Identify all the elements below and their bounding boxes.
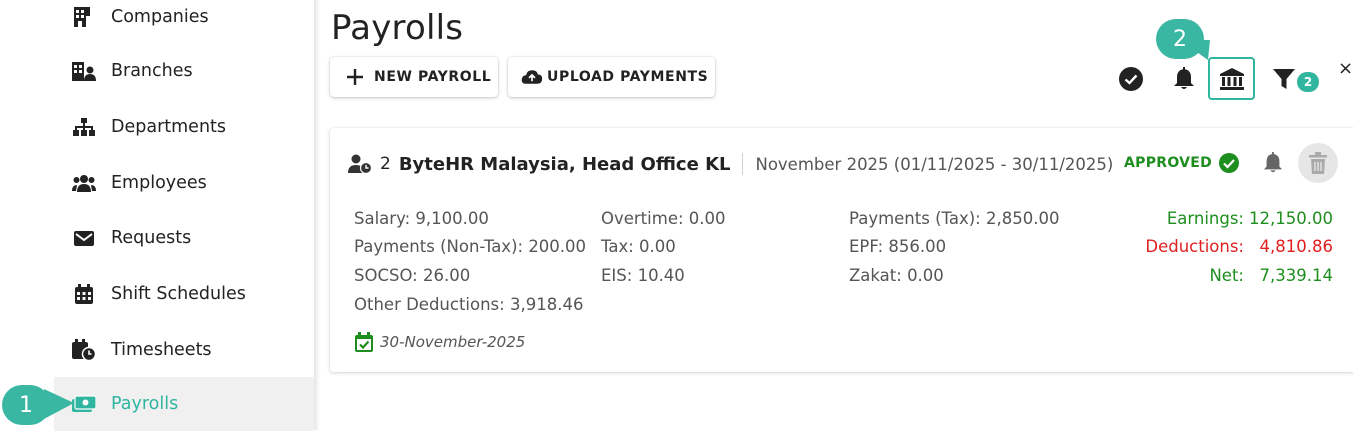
payroll-card[interactable]: 2 ByteHR Malaysia, Head Office KL Novemb… <box>330 128 1353 372</box>
zakat-field: Zakat: 0.00 <box>849 266 944 285</box>
bell-icon[interactable] <box>1171 66 1197 92</box>
net-value: 7,339.14 <box>1259 266 1333 285</box>
sidebar-item-label: Requests <box>111 228 192 248</box>
company-name: ByteHR Malaysia, Head Office KL <box>398 153 731 175</box>
bank-payments-button[interactable] <box>1208 57 1255 100</box>
earnings-label: Earnings: <box>1166 209 1244 228</box>
inbox-icon <box>72 227 96 249</box>
deductions-value: 4,810.86 <box>1259 237 1333 256</box>
sidebar-item-label: Timesheets <box>111 340 212 360</box>
building-icon <box>72 6 96 28</box>
bank-icon <box>1219 67 1245 91</box>
calendar-check-icon <box>355 332 373 352</box>
payroll-card-header: 2 ByteHR Malaysia, Head Office KL Novemb… <box>348 150 1113 178</box>
sidebar-item-departments[interactable]: Departments <box>54 100 314 154</box>
other-deductions-field: Other Deductions: 3,918.46 <box>354 295 584 314</box>
payroll-date: 30-November-2025 <box>354 332 525 352</box>
upload-payments-label: UPLOAD PAYMENTS <box>547 69 709 85</box>
filter-icon[interactable] <box>1271 66 1297 92</box>
sidebar-item-branches[interactable]: Branches <box>54 44 314 98</box>
cloud-upload-icon <box>521 66 543 88</box>
page-title: Payrolls <box>331 8 464 48</box>
upload-payments-button[interactable]: UPLOAD PAYMENTS <box>508 57 715 97</box>
payroll-date-text: 30-November-2025 <box>380 333 526 351</box>
callout-badge-1: 1 <box>2 385 50 425</box>
close-button[interactable]: × <box>1338 58 1353 79</box>
filter-count-badge: 2 <box>1297 72 1319 92</box>
callout-badge-2: 2 <box>1156 19 1204 59</box>
sidebar-item-shift-schedules[interactable]: Shift Schedules <box>54 267 314 321</box>
header-divider <box>742 153 744 175</box>
overtime-field: Overtime: 0.00 <box>601 209 726 228</box>
sidebar-item-label: Departments <box>111 117 227 137</box>
earnings-value: 12,150.00 <box>1249 209 1333 228</box>
new-payroll-label: NEW PAYROLL <box>374 69 492 85</box>
sidebar-item-label: Branches <box>111 61 193 81</box>
sidebar: Companies Branches Departments Employees… <box>0 0 314 431</box>
sidebar-item-label: Employees <box>111 173 207 193</box>
payroll-period: November 2025 (01/11/2025 - 30/11/2025) <box>755 154 1114 174</box>
approved-check-icon <box>1219 153 1239 173</box>
sidebar-item-label: Shift Schedules <box>111 284 246 304</box>
check-circle-icon[interactable] <box>1118 66 1144 92</box>
net-label: Net: <box>1209 266 1244 285</box>
salary-field: Salary: 9,100.00 <box>354 209 489 228</box>
users-icon <box>72 172 96 194</box>
sidebar-item-employees[interactable]: Employees <box>54 156 314 210</box>
tax-field: Tax: 0.00 <box>601 237 676 256</box>
calendar-icon <box>72 283 96 305</box>
sidebar-item-timesheets[interactable]: Timesheets <box>54 323 314 377</box>
user-clock-icon <box>348 154 372 174</box>
socso-field: SOCSO: 26.00 <box>354 266 471 285</box>
deductions-label: Deductions: <box>1145 237 1244 256</box>
branches-icon <box>72 60 96 82</box>
eis-field: EIS: 10.40 <box>601 266 685 285</box>
notify-bell-icon[interactable] <box>1262 152 1284 174</box>
employee-count: 2 <box>380 154 391 174</box>
plus-icon <box>344 66 366 88</box>
payments-non-tax-field: Payments (Non-Tax): 200.00 <box>354 237 587 256</box>
delete-button[interactable] <box>1298 143 1338 183</box>
sidebar-item-label: Companies <box>111 7 209 27</box>
new-payroll-button[interactable]: NEW PAYROLL <box>330 57 498 97</box>
sidebar-item-companies[interactable]: Companies <box>54 0 314 44</box>
trash-icon <box>1309 152 1327 174</box>
status-badge: APPROVED <box>1124 155 1213 171</box>
sitemap-icon <box>72 116 96 138</box>
payments-tax-field: Payments (Tax): 2,850.00 <box>849 209 1060 228</box>
calendar-clock-icon <box>72 339 96 361</box>
sidebar-item-label: Payrolls <box>111 394 179 414</box>
sidebar-item-payrolls[interactable]: Payrolls <box>54 377 314 431</box>
epf-field: EPF: 856.00 <box>849 237 947 256</box>
sidebar-item-requests[interactable]: Requests <box>54 211 314 265</box>
